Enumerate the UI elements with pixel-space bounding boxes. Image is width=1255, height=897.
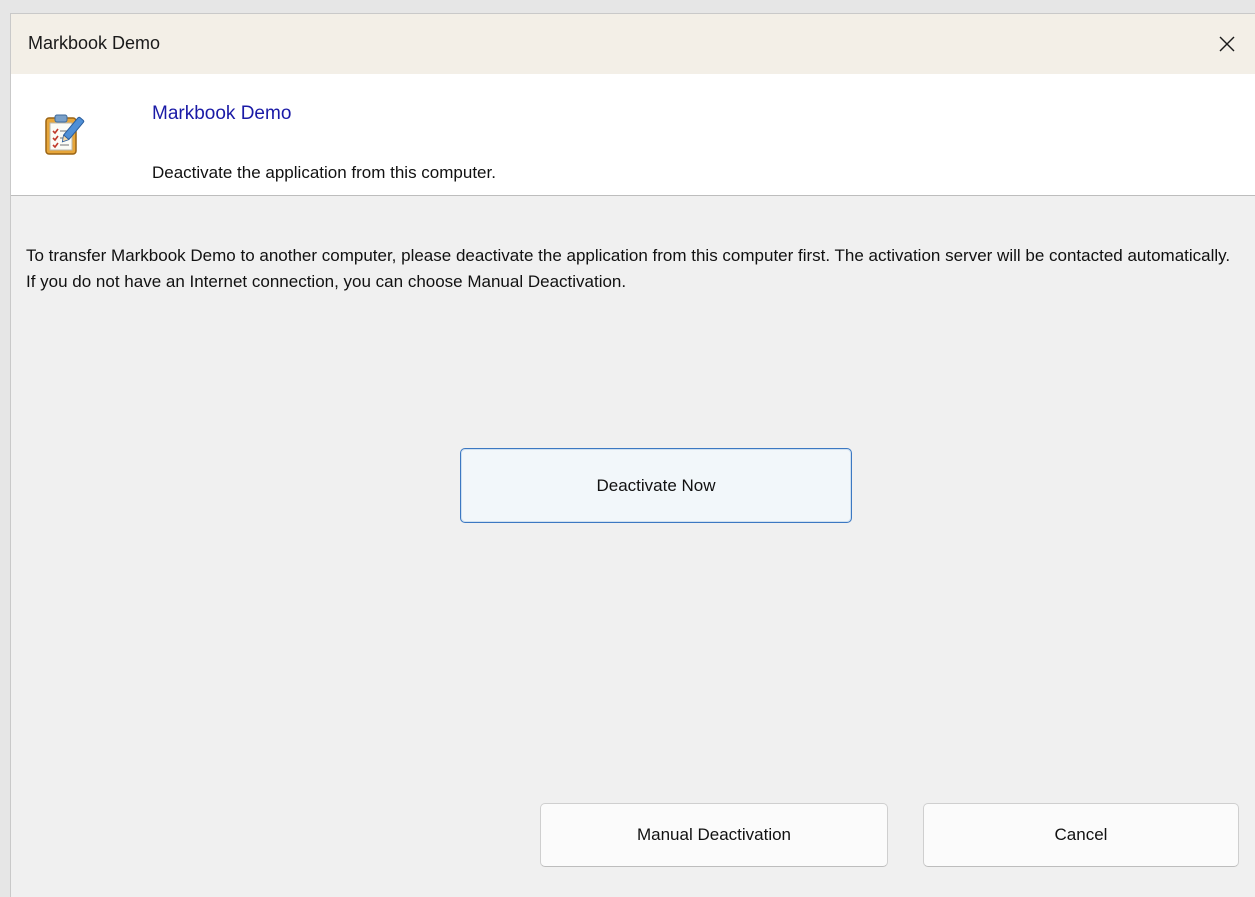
manual-deactivation-button[interactable]: Manual Deactivation: [540, 803, 888, 867]
dialog-header: Markbook Demo Deactivate the application…: [11, 74, 1255, 196]
deactivation-description: To transfer Markbook Demo to another com…: [26, 246, 1231, 291]
cancel-button[interactable]: Cancel: [923, 803, 1239, 867]
markbook-app-icon: [43, 112, 85, 158]
header-subtitle: Deactivate the application from this com…: [152, 163, 496, 182]
dialog-window: Markbook Demo Markbook Demo Deactivate t…: [10, 13, 1255, 897]
header-title: Markbook Demo: [152, 103, 292, 124]
close-icon: [1219, 36, 1235, 52]
deactivate-now-button[interactable]: Deactivate Now: [460, 448, 852, 523]
title-bar: Markbook Demo: [11, 14, 1255, 74]
window-title: Markbook Demo: [28, 33, 161, 53]
close-button[interactable]: [1199, 14, 1255, 74]
